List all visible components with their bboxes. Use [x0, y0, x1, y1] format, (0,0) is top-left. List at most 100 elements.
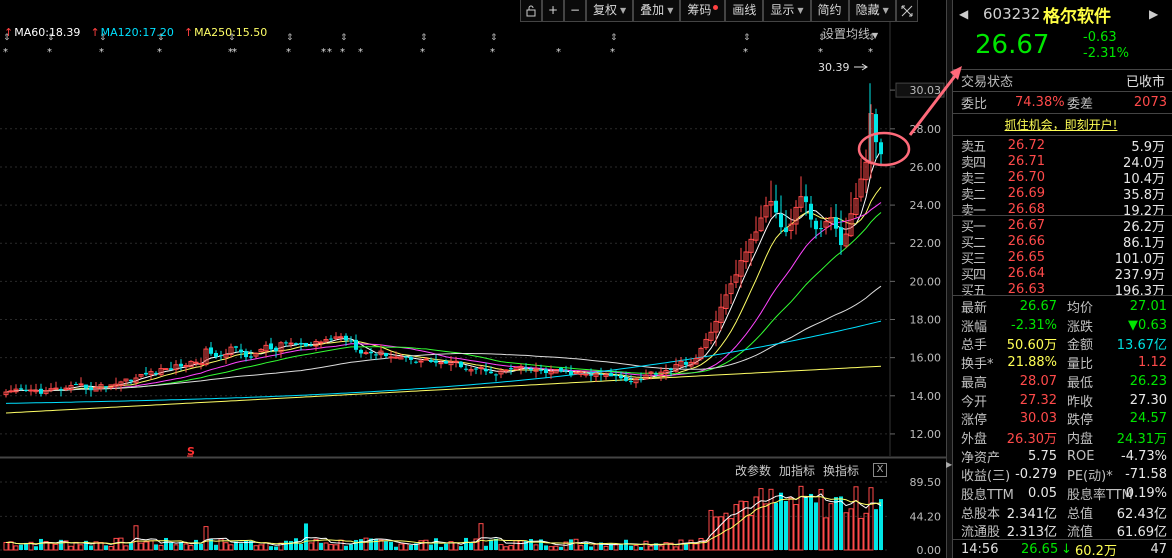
quote-label: 流通股 — [961, 525, 1001, 541]
back-arrow-icon[interactable]: ◀ — [959, 7, 968, 21]
price-axis-label: 30.03 — [910, 84, 942, 97]
quote-row: 总手 50.60万 金额 13.67亿 — [953, 334, 1169, 353]
volume-bar — [464, 537, 468, 550]
candle-body — [503, 369, 509, 372]
weibi-label: 委比 — [961, 97, 988, 112]
candle-body — [819, 228, 823, 230]
price-axis-label: 28.00 — [910, 123, 942, 136]
volume-bar — [113, 537, 119, 551]
candle-body — [39, 388, 43, 394]
zoom-out-button[interactable]: − — [564, 0, 586, 22]
event-marker: * — [358, 47, 363, 58]
quote-row: 今开 27.32 昨收 27.30 — [953, 391, 1169, 410]
volume-bar — [648, 545, 654, 551]
bid-price: 26.64 — [1007, 265, 1045, 281]
lock-button[interactable] — [520, 0, 542, 22]
zoom-in-button[interactable]: + — [542, 0, 564, 22]
quote-row: 股息TTM 0.05 股息率TTM 0.19% — [953, 484, 1169, 503]
volume-bar — [48, 542, 54, 551]
candle-body — [163, 368, 169, 371]
change-params-link[interactable]: 改参数 — [735, 462, 771, 479]
volume-bar — [498, 544, 504, 551]
volume-bar — [258, 544, 264, 551]
forward-arrow-icon[interactable]: ▶ — [1149, 7, 1158, 21]
volume-bar — [434, 538, 438, 550]
volume-bar — [728, 518, 734, 551]
candle-body — [288, 342, 294, 345]
add-indicator-link[interactable]: 加指标 — [779, 462, 815, 479]
volume-ma10-line — [5, 495, 882, 546]
volume-bar — [673, 546, 679, 551]
candle-body — [624, 377, 628, 381]
candle-body — [329, 338, 333, 340]
quote-label: 涨幅 — [961, 319, 988, 335]
volume-bar — [698, 537, 704, 551]
jianyue-button[interactable]: 简约 — [810, 0, 849, 22]
quote-label: 均价 — [1067, 301, 1094, 316]
tick-volume: 60.2万 — [1075, 544, 1117, 558]
quote-value: 27.32 — [1019, 392, 1057, 408]
candle-body — [684, 361, 688, 365]
quote-value: 2.313亿 — [1006, 525, 1057, 541]
event-marker: * — [340, 47, 345, 58]
quote-value: 0.19% — [1125, 486, 1167, 501]
ma-settings-link[interactable]: 设置均线 ▼ — [822, 25, 878, 42]
volume-bar — [733, 504, 739, 551]
event-marker-arrow: ⇕ — [490, 33, 498, 43]
volume-bar — [874, 509, 878, 550]
volume-bar — [809, 493, 813, 550]
huaxian-button[interactable]: 画线 — [725, 0, 764, 22]
volume-bar — [453, 542, 459, 551]
open-account-link[interactable]: 抓住机会，即刻开户! — [1005, 116, 1118, 133]
candle-body — [234, 346, 238, 348]
quote-value: -71.58 — [1125, 467, 1167, 483]
candle-body — [429, 360, 433, 362]
quote-label: 净资产 — [961, 450, 1001, 466]
quote-label: 股息TTM — [961, 488, 1014, 503]
grid-lines — [0, 128, 890, 435]
volume-bar — [34, 546, 38, 550]
volume-bar — [593, 543, 599, 551]
volume-bar — [839, 496, 843, 550]
quote-value: 1.12 — [1138, 355, 1167, 371]
high-price-label: 30.39 — [818, 61, 850, 74]
volume-bar — [763, 503, 769, 551]
volume-bar — [589, 546, 593, 550]
volume-bar — [98, 542, 104, 551]
candle-body — [24, 389, 28, 391]
current-price: 26.67 — [975, 30, 1050, 60]
bid-price: 26.67 — [1007, 217, 1045, 233]
volume-bar — [409, 544, 413, 550]
volume-bar — [398, 543, 404, 551]
up-arrow-icon: ↑ — [4, 26, 14, 39]
yincang-button[interactable]: 隐藏 ▼ — [848, 0, 896, 22]
diejia-button[interactable]: 叠加 ▼ — [633, 0, 681, 22]
quote-value: 26.30万 — [1006, 431, 1057, 447]
ma250-legend: ↑ MA250:15.50 — [184, 26, 267, 39]
expand-button[interactable] — [895, 0, 918, 22]
xianshi-button[interactable]: 显示 ▼ — [763, 0, 811, 22]
volume-bar — [228, 544, 234, 551]
volume-bar — [344, 545, 348, 550]
volume-axis-label: 0.00 — [917, 544, 942, 557]
candle-body — [489, 371, 493, 374]
candle-body — [59, 388, 63, 391]
chouma-button[interactable]: 筹码 — [680, 0, 726, 22]
volume-bar — [244, 540, 248, 550]
candle-body — [494, 374, 498, 376]
switch-indicator-link[interactable]: 换指标 — [823, 462, 859, 479]
volume-close-button[interactable]: X — [873, 463, 887, 477]
quote-row: 涨幅 -2.31% 涨跌 ▼0.63 — [953, 316, 1169, 335]
tick-time: 14:56 — [961, 542, 999, 557]
volume-bar — [503, 546, 509, 551]
quote-value: 26.23 — [1129, 373, 1167, 389]
volume-bar — [214, 544, 218, 550]
fuquan-button[interactable]: 复权 ▼ — [586, 0, 634, 22]
volume-bar — [304, 523, 308, 550]
volume-bar — [834, 497, 838, 550]
candle-body — [874, 114, 878, 143]
kline-chart-area[interactable]: * * * * * * * * * * * * * * * * * * ⇕ ⇕ ⇕ ⇕ ⇕ ⇕ ⇕ ⇕ ⇕ ⇕ ⇕ ⇕ ⇕ 30.03 28.… — [0, 0, 948, 558]
candle-body — [369, 351, 373, 354]
candle-body — [179, 363, 183, 367]
quote-value: 30.03 — [1019, 411, 1057, 427]
